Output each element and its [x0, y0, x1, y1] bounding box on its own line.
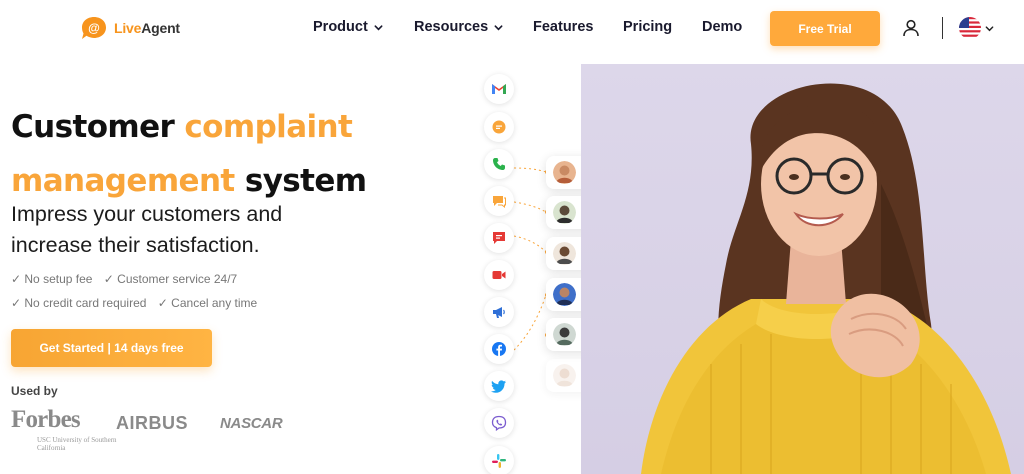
slack-icon [492, 454, 506, 468]
hero-subtitle: Impress your customers and increase thei… [11, 202, 283, 257]
logo-wordmark: LiveAgent [114, 20, 180, 36]
airbus-logo: AIRBUS [116, 413, 189, 433]
check-item: ✓ Customer service 24/7 [103, 272, 238, 286]
nascar-logo: NASCAR [220, 415, 283, 432]
logo-icon: @ [82, 17, 106, 39]
logo-wordmark-agent: Agent [141, 20, 180, 36]
channel-connector-lines [514, 167, 549, 351]
avatar [553, 242, 576, 265]
liveagent-logo[interactable]: @ LiveAgent [80, 15, 180, 41]
avatar [553, 323, 576, 346]
gmail-channel [484, 74, 514, 104]
nav-divider [942, 17, 943, 39]
nav-features-label: Features [533, 19, 594, 35]
checklist-row: ✓ No setup fee ✓ Customer service 24/7 [11, 267, 257, 291]
viber-channel [484, 408, 514, 438]
nav-demo[interactable]: Demo [702, 19, 742, 35]
us-flag-icon[interactable] [959, 17, 981, 39]
nav-product-label: Product [313, 19, 368, 35]
hero-photo [581, 64, 1024, 474]
title-part-complaint: complaint [184, 109, 353, 145]
avatar [553, 201, 576, 224]
logo-glyph: @ [88, 21, 100, 35]
avatar [553, 161, 576, 184]
nav-resources[interactable]: Resources [414, 19, 503, 35]
top-navigation: @ LiveAgent Product Resources Features P… [0, 0, 1024, 58]
logo-wordmark-live: Live [114, 20, 142, 36]
chat-channel [484, 112, 514, 142]
twitter-channel [484, 371, 514, 401]
check-item: ✓ Cancel any time [157, 296, 258, 310]
chevron-down-icon[interactable] [985, 24, 994, 33]
user-icon[interactable] [902, 19, 920, 37]
sms-icon [493, 232, 505, 244]
messenger-chat-icon [493, 196, 506, 209]
free-trial-button[interactable]: Free Trial [770, 11, 880, 46]
nav-pricing[interactable]: Pricing [623, 19, 672, 35]
nav-demo-label: Demo [702, 19, 743, 35]
chat-icon [492, 120, 506, 134]
get-started-button[interactable]: Get Started | 14 days free [11, 329, 212, 367]
feature-checklist: ✓ No setup fee ✓ Customer service 24/7 ✓… [11, 267, 257, 315]
chevron-down-icon [494, 24, 503, 30]
forbes-logo: Forbes [11, 406, 81, 433]
nav-resources-label: Resources [414, 19, 489, 35]
messenger-channel [484, 186, 514, 216]
slack-channel [484, 446, 514, 474]
check-item: ✓ No credit card required [11, 296, 147, 310]
page-title: Customer complaint management system [11, 100, 411, 208]
sms-channel [484, 223, 514, 253]
checklist-row: ✓ No credit card required ✓ Cancel any t… [11, 291, 257, 315]
chevron-down-icon [374, 24, 383, 30]
used-by-label: Used by [11, 384, 58, 398]
viber-icon [491, 415, 507, 431]
woman-illustration [641, 83, 1011, 474]
phone-channel [484, 149, 514, 179]
avatar [553, 364, 576, 387]
megaphone-channel [484, 297, 514, 327]
avatar [553, 283, 576, 306]
nav-features[interactable]: Features [533, 19, 593, 35]
facebook-icon [492, 342, 506, 356]
phone-icon [493, 158, 505, 170]
usc-logo: USC University of Southern California [37, 436, 117, 452]
facebook-channel [484, 334, 514, 364]
twitter-icon [491, 380, 506, 393]
video-channel [484, 260, 514, 290]
title-part-customer: Customer [11, 109, 175, 145]
megaphone-icon [493, 307, 505, 318]
title-part-management: management [11, 163, 235, 199]
nav-pricing-label: Pricing [623, 19, 673, 35]
check-item: ✓ No setup fee [11, 272, 93, 286]
title-part-system: system [244, 163, 367, 199]
gmail-icon [492, 84, 506, 94]
video-icon [492, 271, 506, 279]
nav-product[interactable]: Product [313, 19, 383, 35]
